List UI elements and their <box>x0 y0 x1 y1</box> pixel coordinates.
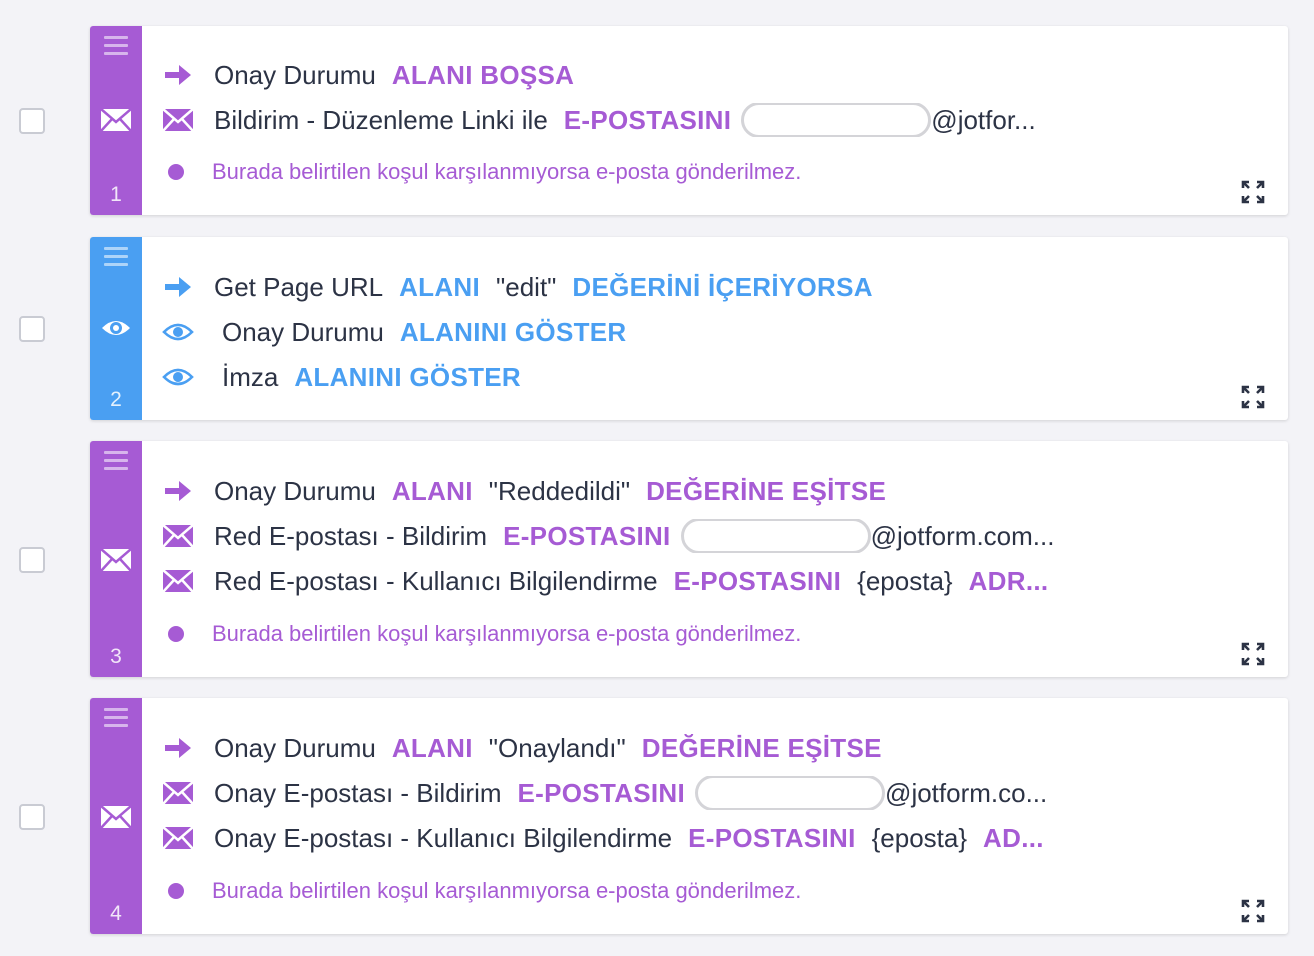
condition-note: Burada belirtilen koşul karşılanmıyorsa … <box>168 619 801 649</box>
email-name: Bildirim - Düzenleme Linki ile <box>214 104 548 135</box>
condition-card[interactable]: 4 Onay Durumu ALANI "Onaylandı" DEĞERİNE… <box>90 698 1288 934</box>
envelope-icon <box>162 107 194 133</box>
condition-sidebar[interactable]: 2 <box>90 237 142 420</box>
drag-handle-icon[interactable] <box>104 36 128 60</box>
condition-operator: DEĞERİNİ İÇERİYORSA <box>572 271 873 302</box>
email-recipient: {eposta} <box>857 565 953 596</box>
condition-line: Onay Durumu ALANI "Onaylandı" DEĞERİNE E… <box>162 731 1118 765</box>
redacted-email <box>680 519 871 553</box>
condition-card[interactable]: 2 Get Page URL ALANI "edit" DEĞERİNİ İÇE… <box>90 237 1288 420</box>
condition-operator: DEĞERİNE EŞİTSE <box>646 475 887 506</box>
condition-number: 4 <box>110 902 122 925</box>
email-domain: @jotform.co... <box>885 777 1048 808</box>
action-keyword: E-POSTASINI <box>673 565 842 596</box>
arrow-right-icon <box>162 478 194 504</box>
expand-icon[interactable] <box>1240 179 1266 205</box>
action-keyword: E-POSTASINI <box>688 822 856 853</box>
condition-operator: DEĞERİNE EŞİTSE <box>641 732 882 763</box>
condition-number: 2 <box>110 388 122 411</box>
condition-keyword: ALANI <box>391 732 473 763</box>
bullet-dot <box>168 883 184 899</box>
arrow-right-icon <box>162 62 194 88</box>
bullet-dot <box>168 164 184 180</box>
condition-checkbox[interactable] <box>19 316 45 342</box>
action-line: Bildirim - Düzenleme Linki ile E-POSTASI… <box>162 103 1118 137</box>
condition-checkbox[interactable] <box>19 547 45 573</box>
field-name: Onay Durumu <box>214 732 376 763</box>
envelope-icon <box>162 825 194 851</box>
condition-checkbox[interactable] <box>19 804 45 830</box>
condition-value: "Onaylandı" <box>488 732 626 763</box>
action-line: Red E-postası - Bildirim E-POSTASINI @jo… <box>162 519 1118 553</box>
expand-icon[interactable] <box>1240 898 1266 924</box>
action-line: Onay E-postası - Kullanıcı Bilgilendirme… <box>162 821 1118 855</box>
email-name: Onay E-postası - Kullanıcı Bilgilendirme <box>214 822 673 853</box>
action-line: İmza ALANINI GÖSTER <box>162 360 1118 394</box>
email-domain: @jotfor... <box>931 104 1036 135</box>
note-text: Burada belirtilen koşul karşılanmıyorsa … <box>212 159 802 184</box>
envelope-icon <box>162 523 194 549</box>
condition-note: Burada belirtilen koşul karşılanmıyorsa … <box>168 157 801 187</box>
action-keyword: E-POSTASINI <box>503 520 671 551</box>
condition-value: "edit" <box>496 271 557 302</box>
condition-keyword: ALANI <box>391 475 473 506</box>
drag-handle-icon[interactable] <box>104 451 128 475</box>
condition-keyword: ALANI BOŞSA <box>391 59 575 90</box>
envelope-icon <box>100 108 132 132</box>
email-domain: @jotform.com... <box>870 520 1055 551</box>
field-name: İmza <box>222 361 279 392</box>
expand-icon[interactable] <box>1240 641 1266 667</box>
field-name: Onay Durumu <box>214 59 376 90</box>
field-name: Onay Durumu <box>222 316 384 347</box>
bullet-dot <box>168 626 184 642</box>
redacted-email <box>695 776 886 810</box>
condition-number: 1 <box>110 183 122 206</box>
note-text: Burada belirtilen koşul karşılanmıyorsa … <box>212 878 802 903</box>
email-name: Red E-postası - Bildirim <box>214 520 488 551</box>
condition-card[interactable]: 3 Onay Durumu ALANI "Reddedildi" DEĞERİN… <box>90 441 1288 677</box>
envelope-icon <box>162 568 194 594</box>
action-keyword: ALANINI GÖSTER <box>294 361 521 392</box>
condition-line: Onay Durumu ALANI BOŞSA <box>162 58 1118 92</box>
eye-icon <box>102 321 130 335</box>
drag-handle-icon[interactable] <box>104 708 128 732</box>
email-name: Red E-postası - Kullanıcı Bilgilendirme <box>214 565 658 596</box>
arrow-right-icon <box>162 735 194 761</box>
condition-card[interactable]: 1 Onay Durumu ALANI BOŞSA Bildirim - Düz… <box>90 26 1288 215</box>
drag-handle-icon[interactable] <box>104 247 128 271</box>
condition-value: "Reddedildi" <box>488 475 631 506</box>
condition-checkbox[interactable] <box>19 108 45 134</box>
field-name: Onay Durumu <box>214 475 376 506</box>
action-line: Onay Durumu ALANINI GÖSTER <box>162 315 1118 349</box>
action-keyword: ALANINI GÖSTER <box>399 316 627 347</box>
arrow-right-icon <box>162 274 194 300</box>
action-line: Onay E-postası - Bildirim E-POSTASINI @j… <box>162 776 1118 810</box>
condition-sidebar[interactable]: 1 <box>90 26 142 215</box>
recipient-keyword: AD... <box>983 822 1044 853</box>
recipient-keyword: ADR... <box>968 565 1049 596</box>
expand-icon[interactable] <box>1240 384 1266 410</box>
note-text: Burada belirtilen koşul karşılanmıyorsa … <box>212 621 802 646</box>
eye-icon <box>162 319 194 345</box>
condition-sidebar[interactable]: 4 <box>90 698 142 934</box>
action-line: Red E-postası - Kullanıcı Bilgilendirme … <box>162 564 1118 598</box>
redacted-email <box>741 103 932 137</box>
action-keyword: E-POSTASINI <box>563 104 732 135</box>
envelope-icon <box>100 548 132 572</box>
action-keyword: E-POSTASINI <box>517 777 686 808</box>
condition-note: Burada belirtilen koşul karşılanmıyorsa … <box>168 876 801 906</box>
field-name: Get Page URL <box>214 271 384 302</box>
condition-line: Get Page URL ALANI "edit" DEĞERİNİ İÇERİ… <box>162 270 1118 304</box>
envelope-icon <box>100 805 132 829</box>
condition-line: Onay Durumu ALANI "Reddedildi" DEĞERİNE … <box>162 474 1118 508</box>
eye-icon <box>162 364 194 390</box>
email-recipient: {eposta} <box>871 822 968 853</box>
condition-number: 3 <box>110 645 122 668</box>
condition-keyword: ALANI <box>399 271 481 302</box>
email-name: Onay E-postası - Bildirim <box>214 777 502 808</box>
envelope-icon <box>162 780 194 806</box>
condition-sidebar[interactable]: 3 <box>90 441 142 677</box>
